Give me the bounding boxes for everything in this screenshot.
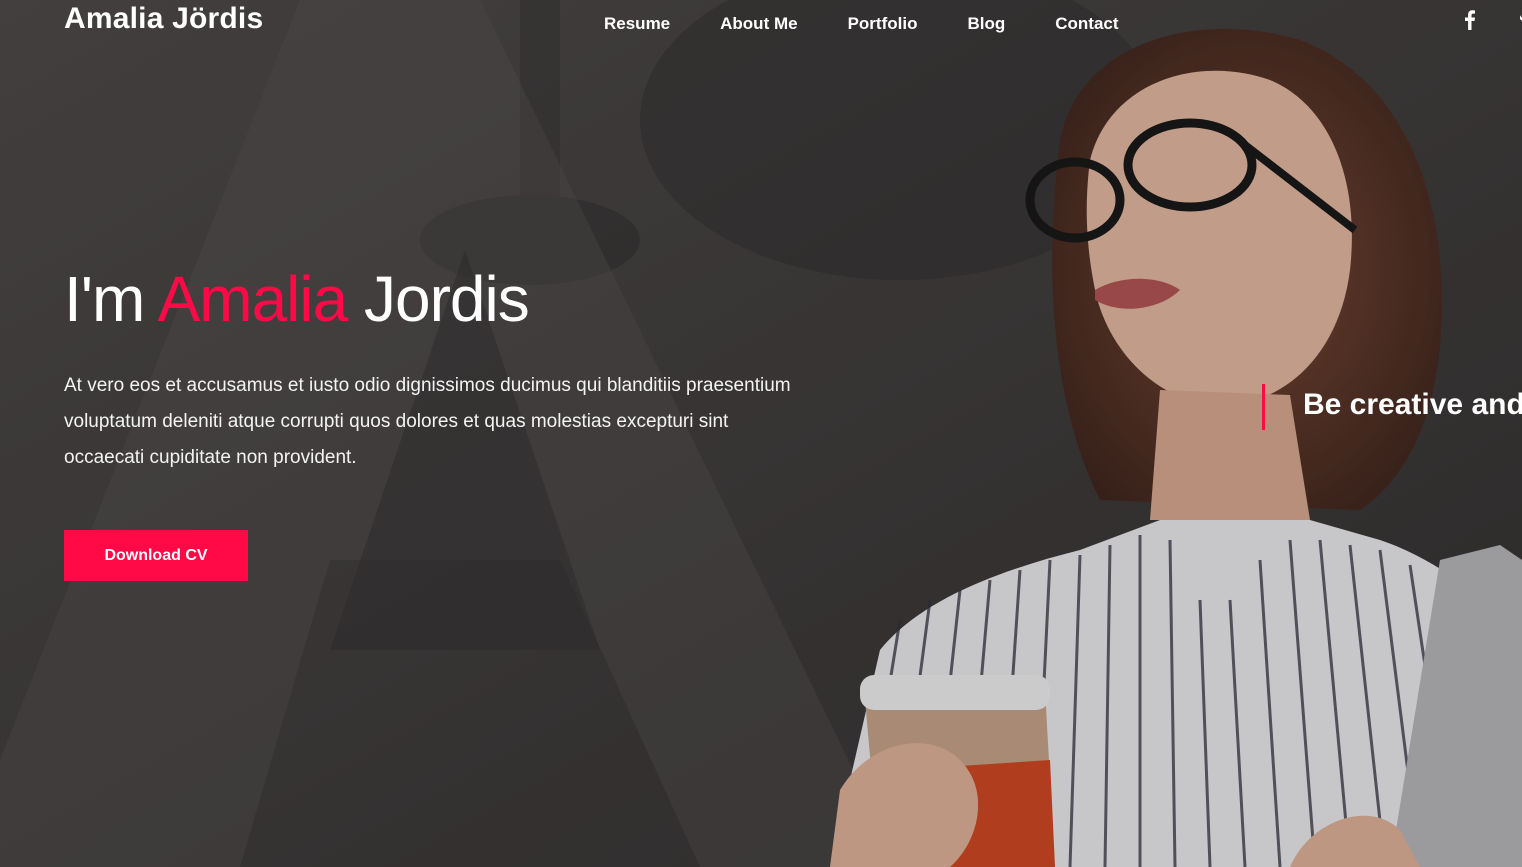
main-nav: Resume About Me Portfolio Blog Contact xyxy=(604,13,1119,35)
tagline-block: Be creative and xyxy=(1262,384,1522,430)
tagline-text: Be creative and xyxy=(1303,388,1522,421)
headline-accent-name: Amalia xyxy=(157,263,349,335)
nav-resume[interactable]: Resume xyxy=(604,13,670,35)
headline-suffix: Jordis xyxy=(347,263,530,335)
nav-portfolio[interactable]: Portfolio xyxy=(848,13,918,35)
facebook-icon[interactable] xyxy=(1460,8,1480,32)
twitter-icon[interactable] xyxy=(1514,8,1522,32)
hero-headline: I'm Amalia Jordis xyxy=(64,262,530,336)
nav-about-me[interactable]: About Me xyxy=(720,13,797,35)
hero-lead-text: At vero eos et accusamus et iusto odio d… xyxy=(64,375,791,468)
nav-blog[interactable]: Blog xyxy=(967,13,1005,35)
site-brand[interactable]: Amalia Jördis xyxy=(64,2,263,36)
nav-contact[interactable]: Contact xyxy=(1055,13,1118,35)
hero-section: Amalia Jördis Resume About Me Portfolio … xyxy=(0,0,1522,867)
download-cv-button[interactable]: Download CV xyxy=(64,530,248,581)
headline-prefix: I'm xyxy=(64,263,158,335)
